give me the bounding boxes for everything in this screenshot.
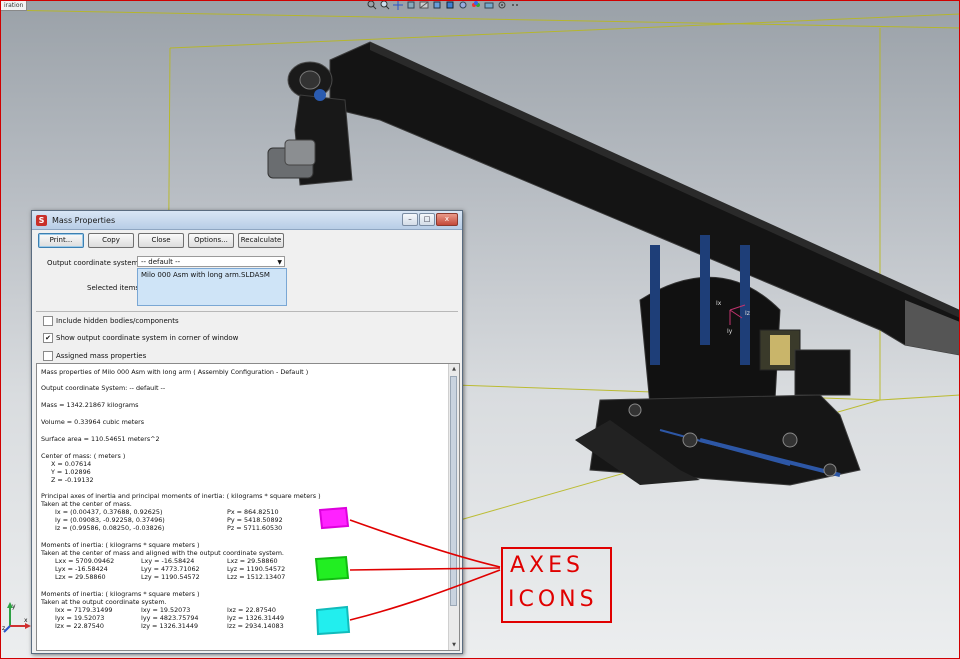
selected-item[interactable]: Milo 000 Asm with long arm.SLDASM [141, 271, 283, 279]
pan-icon[interactable] [392, 0, 403, 10]
output-cs-value: -- default -- [141, 258, 181, 266]
selected-items-label: Selected items: [87, 284, 142, 292]
principal-moment: Pz = 5711.60530 [227, 524, 283, 532]
scroll-down-icon[interactable]: ▼ [449, 640, 459, 650]
heads-up-view-toolbar [366, 0, 520, 11]
com-z: Z = -0.19132 [51, 476, 94, 484]
principal-axis: Iz = (0.99586, 0.08250, -0.03826) [55, 524, 165, 532]
print-button[interactable]: Print... [38, 233, 84, 248]
inertia-cell: Ixz = 22.87540 [227, 606, 276, 614]
inertia-cell: Lyx = -16.58424 [55, 565, 108, 573]
copy-button[interactable]: Copy [88, 233, 134, 248]
triad-x-label: x [24, 617, 28, 624]
scene-icon[interactable] [483, 0, 494, 10]
moments-out-title: Moments of inertia: ( kilograms * square… [41, 590, 200, 598]
chevron-down-icon: ▼ [277, 259, 282, 266]
close-button[interactable]: Close [138, 233, 184, 248]
view-orientation-icon[interactable] [431, 0, 442, 10]
inertia-cell: Lxy = -16.58424 [141, 557, 195, 565]
dialog-button-row: Print... Copy Close Options... Recalcula… [32, 230, 462, 248]
assigned-mass-row[interactable]: Assigned mass properties [43, 351, 146, 361]
section-view-icon[interactable] [418, 0, 429, 10]
zoom-area-icon[interactable] [379, 0, 390, 10]
output-cs-label: Output coordinate system: [47, 259, 141, 267]
reference-triad-icon: y x z [2, 602, 31, 633]
inertia-cell: Lzx = 29.58860 [55, 573, 106, 581]
inertia-cell: Lxz = 29.58860 [227, 557, 278, 565]
com-y: Y = 1.02896 [51, 468, 91, 476]
inertia-cell: Ixy = 19.52073 [141, 606, 191, 614]
com-x: X = 0.07614 [51, 460, 92, 468]
recalculate-button[interactable]: Recalculate [238, 233, 284, 248]
show-output-cs-row[interactable]: ✔ Show output coordinate system in corne… [43, 333, 238, 343]
results-text-area[interactable]: Mass properties of Milo 000 Asm with lon… [36, 363, 460, 651]
moments-com-title: Moments of inertia: ( kilograms * square… [41, 541, 200, 549]
output-cs-select[interactable]: -- default -- ▼ [137, 256, 285, 267]
triad-z-label: z [2, 625, 5, 632]
configuration-tag: iration [0, 0, 28, 11]
principal-moment: Px = 864.82510 [227, 508, 279, 516]
assigned-mass-checkbox[interactable] [43, 351, 53, 361]
close-window-button[interactable]: x [436, 213, 458, 226]
maximize-button[interactable]: □ [419, 213, 435, 226]
inertia-cell: Izx = 22.87540 [55, 622, 104, 630]
inertia-cell: Lyy = 4773.71062 [141, 565, 200, 573]
hide-show-icon[interactable] [457, 0, 468, 10]
scroll-up-icon[interactable]: ▲ [449, 364, 459, 374]
include-hidden-checkbox[interactable] [43, 316, 53, 326]
results-output-cs: Output coordinate System: -- default -- [41, 384, 166, 392]
principal-axis: Iy = (0.09083, -0.92258, 0.37496) [55, 516, 165, 524]
options-button[interactable]: Options... [188, 233, 234, 248]
results-volume: Volume = 0.33964 cubic meters [41, 418, 145, 426]
selected-items-list[interactable]: Milo 000 Asm with long arm.SLDASM [137, 268, 287, 306]
principal-title: Principal axes of inertia and principal … [41, 492, 321, 500]
svg-text:Ix: Ix [716, 300, 722, 307]
inertia-cell: Lzz = 1512.13407 [227, 573, 286, 581]
include-hidden-label: Include hidden bodies/components [56, 317, 179, 325]
include-hidden-row[interactable]: Include hidden bodies/components [43, 316, 179, 326]
inertia-cell: Izz = 2934.14083 [227, 622, 284, 630]
principal-moment: Py = 5418.50892 [227, 516, 283, 524]
inertia-cell: Lxx = 5709.09462 [55, 557, 115, 565]
dialog-titlebar[interactable]: S Mass Properties – □ x [32, 211, 462, 230]
more-icon[interactable] [509, 0, 520, 10]
callout-line-2: ICONS [508, 587, 598, 612]
triad-y-label: y [12, 603, 16, 610]
app-logo-icon: S [36, 214, 47, 226]
results-header: Mass properties of Milo 000 Asm with lon… [41, 368, 309, 376]
principal-subtitle: Taken at the center of mass. [41, 500, 132, 508]
show-output-cs-label: Show output coordinate system in corner … [56, 334, 239, 342]
inertia-cell: Iyx = 19.52073 [55, 614, 105, 622]
view-settings-icon[interactable] [496, 0, 507, 10]
principal-axis: Ix = (0.00437, 0.37688, 0.92625) [55, 508, 163, 516]
inertia-cell: Iyy = 4823.75794 [141, 614, 199, 622]
inertia-cell: Ixx = 7179.31499 [55, 606, 113, 614]
callout-line-1: AXES [510, 553, 584, 578]
inertia-cell: Lzy = 1190.54572 [141, 573, 200, 581]
svg-text:Iy: Iy [727, 328, 733, 335]
com-title: Center of mass: ( meters ) [41, 452, 126, 460]
divider [36, 311, 458, 312]
moments-out-subtitle: Taken at the output coordinate system. [41, 598, 167, 606]
rotate-icon[interactable] [405, 0, 416, 10]
results-scrollbar[interactable]: ▲ ▼ [448, 364, 459, 650]
assigned-mass-label: Assigned mass properties [56, 352, 147, 360]
dialog-title: Mass Properties [52, 215, 116, 225]
appearance-icon[interactable] [470, 0, 481, 10]
zoom-fit-icon[interactable] [366, 0, 377, 10]
results-mass: Mass = 1342.21867 kilograms [41, 401, 139, 409]
minimize-button[interactable]: – [402, 213, 418, 226]
scrollbar-thumb[interactable] [450, 376, 457, 606]
axes-icons-callout: AXES ICONS [501, 547, 612, 623]
display-style-icon[interactable] [444, 0, 455, 10]
results-surface-area: Surface area = 110.54651 meters^2 [41, 435, 160, 443]
show-output-cs-checkbox[interactable]: ✔ [43, 333, 53, 343]
inertia-cell: Iyz = 1326.31449 [227, 614, 285, 622]
inertia-cell: Izy = 1326.31449 [141, 622, 199, 630]
inertia-cell: Lyz = 1190.54572 [227, 565, 286, 573]
mass-properties-dialog: S Mass Properties – □ x Print... Copy Cl… [31, 210, 463, 654]
moments-com-subtitle: Taken at the center of mass and aligned … [41, 549, 284, 557]
svg-text:Iz: Iz [745, 310, 750, 317]
